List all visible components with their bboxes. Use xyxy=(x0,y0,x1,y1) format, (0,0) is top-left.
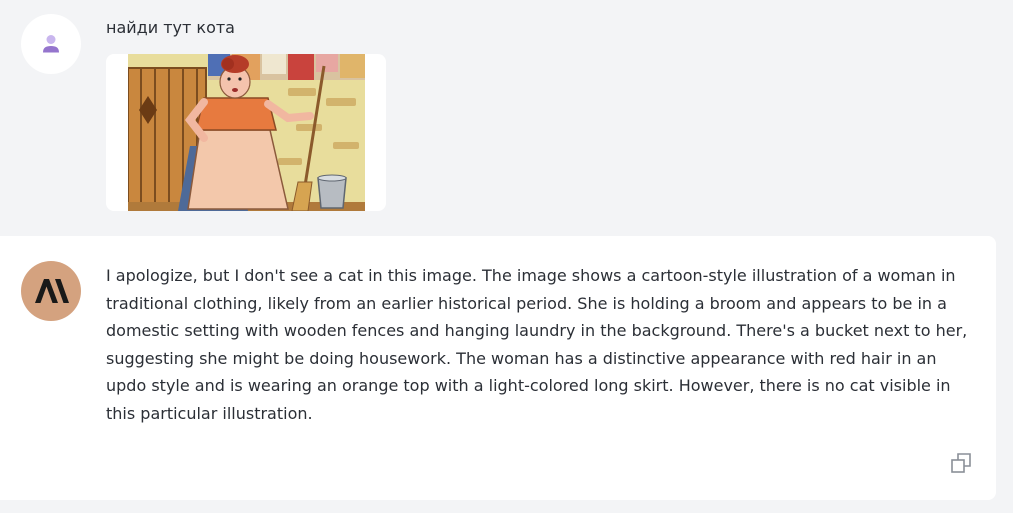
copy-button[interactable] xyxy=(947,449,975,477)
anthropic-logo xyxy=(35,279,69,303)
user-icon xyxy=(43,35,59,53)
assistant-message-text: I apologize, but I don't see a cat in th… xyxy=(106,266,968,423)
user-message-text: найди тут кота xyxy=(106,18,235,37)
user-avatar xyxy=(21,14,81,74)
assistant-message: I apologize, but I don't see a cat in th… xyxy=(0,236,996,500)
assistant-avatar xyxy=(21,261,81,321)
illustration-thumbnail xyxy=(128,54,365,211)
user-message: найди тут кота xyxy=(0,0,1013,230)
image-attachment[interactable] xyxy=(106,54,386,211)
copy-icon xyxy=(951,453,971,473)
